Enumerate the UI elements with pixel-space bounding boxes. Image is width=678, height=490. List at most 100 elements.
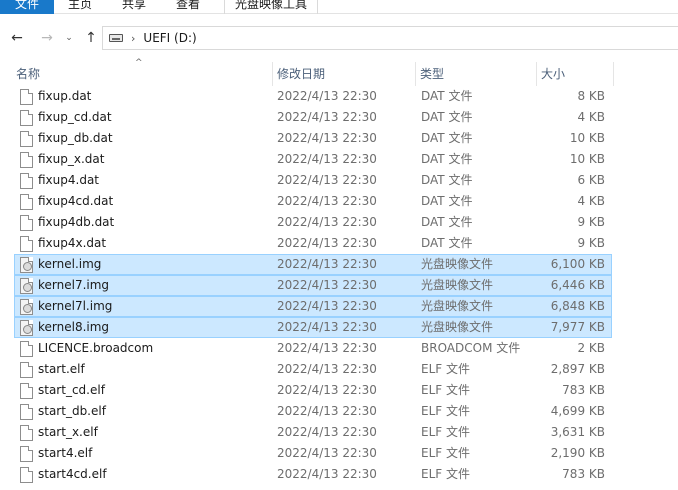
file-size: 9 KB (577, 215, 605, 229)
file-name: fixup_x.dat (38, 152, 105, 166)
file-row[interactable]: start4.elf 2022/4/13 22:30 ELF 文件 2,190 KB (14, 443, 612, 464)
file-modified-date: 2022/4/13 22:30 (277, 299, 377, 313)
file-type: ELF 文件 (421, 383, 470, 397)
file-type: ELF 文件 (421, 404, 470, 418)
file-name: start.elf (38, 362, 85, 376)
disc-image-icon (20, 299, 33, 315)
file-name: fixup_cd.dat (38, 110, 112, 124)
file-type: DAT 文件 (421, 194, 473, 208)
file-row[interactable]: fixup4x.dat 2022/4/13 22:30 DAT 文件 9 KB (14, 233, 612, 254)
file-type: DAT 文件 (421, 173, 473, 187)
file-type: ELF 文件 (421, 467, 470, 481)
file-row[interactable]: start_db.elf 2022/4/13 22:30 ELF 文件 4,699 K… (14, 401, 612, 422)
file-name: fixup4cd.dat (38, 194, 114, 208)
file-type: ELF 文件 (421, 425, 470, 439)
column-header-type[interactable]: 类型 (415, 62, 535, 86)
file-row[interactable]: fixup4.dat 2022/4/13 22:30 DAT 文件 6 KB (14, 170, 612, 191)
file-name: LICENCE.broadcom (38, 341, 154, 355)
back-arrow-icon[interactable]: ← (6, 26, 28, 50)
column-header-size[interactable]: 大小 (536, 62, 614, 86)
column-header-name[interactable]: 名称 (12, 62, 270, 86)
file-modified-date: 2022/4/13 22:30 (277, 404, 377, 418)
disc-image-icon (20, 257, 33, 273)
file-row[interactable]: start_cd.elf 2022/4/13 22:30 ELF 文件 783 KB (14, 380, 612, 401)
file-type: 光盘映像文件 (421, 299, 494, 313)
file-icon (20, 110, 33, 126)
file-type: ELF 文件 (421, 362, 470, 376)
file-size: 4 KB (577, 110, 605, 124)
file-size: 783 KB (562, 383, 605, 397)
file-icon (20, 467, 33, 483)
file-row[interactable]: start.elf 2022/4/13 22:30 ELF 文件 2,897 KB (14, 359, 612, 380)
file-icon (20, 173, 33, 189)
breadcrumb-location[interactable]: UEFI (D:) (143, 31, 196, 45)
file-row[interactable]: fixup4db.dat 2022/4/13 22:30 DAT 文件 9 KB (14, 212, 612, 233)
up-arrow-icon[interactable]: ↑ (80, 26, 102, 50)
file-icon (20, 383, 33, 399)
file-type: 光盘映像文件 (421, 320, 494, 334)
disc-image-icon (20, 278, 33, 294)
breadcrumb-chevron-icon[interactable]: › (131, 32, 135, 45)
file-row[interactable]: start4cd.elf 2022/4/13 22:30 ELF 文件 783 KB (14, 464, 612, 485)
file-size: 8 KB (577, 89, 605, 103)
file-row[interactable]: LICENCE.broadcom 2022/4/13 22:30 BROADCOM … (14, 338, 612, 359)
file-row[interactable]: kernel8.img 2022/4/13 22:30 光盘映像文件 7,977 KB (14, 317, 612, 338)
file-icon (20, 404, 33, 420)
file-type: ELF 文件 (421, 446, 470, 460)
file-row[interactable]: fixup4cd.dat 2022/4/13 22:30 DAT 文件 4 KB (14, 191, 612, 212)
file-size: 7,977 KB (550, 320, 605, 334)
file-row[interactable]: fixup_db.dat 2022/4/13 22:30 DAT 文件 10 KB (14, 128, 612, 149)
tab-home[interactable]: 主页 (68, 0, 92, 14)
file-modified-date: 2022/4/13 22:30 (277, 110, 377, 124)
file-type: 光盘映像文件 (421, 278, 494, 292)
column-headers: 名称 修改日期 类型 大小 (0, 62, 678, 86)
file-size: 2,897 KB (550, 362, 605, 376)
file-icon (20, 236, 33, 252)
column-header-date[interactable]: 修改日期 (272, 62, 414, 86)
file-modified-date: 2022/4/13 22:30 (277, 194, 377, 208)
file-size: 9 KB (577, 236, 605, 250)
file-icon (20, 341, 33, 357)
file-type: DAT 文件 (421, 89, 473, 103)
drive-icon (109, 34, 123, 42)
file-modified-date: 2022/4/13 22:30 (277, 320, 377, 334)
file-type: DAT 文件 (421, 131, 473, 145)
file-name: start4cd.elf (38, 467, 107, 481)
file-row[interactable]: kernel7l.img 2022/4/13 22:30 光盘映像文件 6,848 K… (14, 296, 612, 317)
tab-share[interactable]: 共享 (122, 0, 146, 14)
file-size: 783 KB (562, 467, 605, 481)
file-type: DAT 文件 (421, 215, 473, 229)
file-icon (20, 215, 33, 231)
file-icon (20, 446, 33, 462)
file-row[interactable]: kernel7.img 2022/4/13 22:30 光盘映像文件 6,446 KB (14, 275, 612, 296)
file-row[interactable]: fixup.dat 2022/4/13 22:30 DAT 文件 8 KB (14, 86, 612, 107)
file-type: DAT 文件 (421, 236, 473, 250)
tab-view[interactable]: 查看 (176, 0, 200, 14)
file-icon (20, 89, 33, 105)
tab-disc-image-tools[interactable]: 光盘映像工具 (224, 0, 318, 14)
file-row[interactable]: fixup_cd.dat 2022/4/13 22:30 DAT 文件 4 KB (14, 107, 612, 128)
file-icon (20, 152, 33, 168)
file-name: start_cd.elf (38, 383, 105, 397)
file-size: 2,190 KB (550, 446, 605, 460)
forward-arrow-icon[interactable]: → (36, 26, 58, 50)
file-modified-date: 2022/4/13 22:30 (277, 131, 377, 145)
file-modified-date: 2022/4/13 22:30 (277, 362, 377, 376)
recent-locations-chevron-icon[interactable]: ⌄ (62, 26, 76, 50)
file-name: fixup4x.dat (38, 236, 107, 250)
tab-file[interactable]: 文件 (0, 0, 54, 14)
file-modified-date: 2022/4/13 22:30 (277, 173, 377, 187)
file-type: DAT 文件 (421, 110, 473, 124)
file-modified-date: 2022/4/13 22:30 (277, 257, 377, 271)
file-name: fixup_db.dat (38, 131, 113, 145)
address-bar[interactable]: › UEFI (D:) (102, 26, 678, 50)
file-size: 10 KB (569, 131, 605, 145)
ribbon-tab-strip: 文件 主页 共享 查看 光盘映像工具 (0, 0, 678, 14)
file-modified-date: 2022/4/13 22:30 (277, 89, 377, 103)
file-row[interactable]: start_x.elf 2022/4/13 22:30 ELF 文件 3,631 KB (14, 422, 612, 443)
file-name: fixup4.dat (38, 173, 100, 187)
file-row[interactable]: fixup_x.dat 2022/4/13 22:30 DAT 文件 10 KB (14, 149, 612, 170)
file-size: 6,848 KB (550, 299, 605, 313)
file-modified-date: 2022/4/13 22:30 (277, 446, 377, 460)
file-row[interactable]: kernel.img 2022/4/13 22:30 光盘映像文件 6,100 KB (14, 254, 612, 275)
